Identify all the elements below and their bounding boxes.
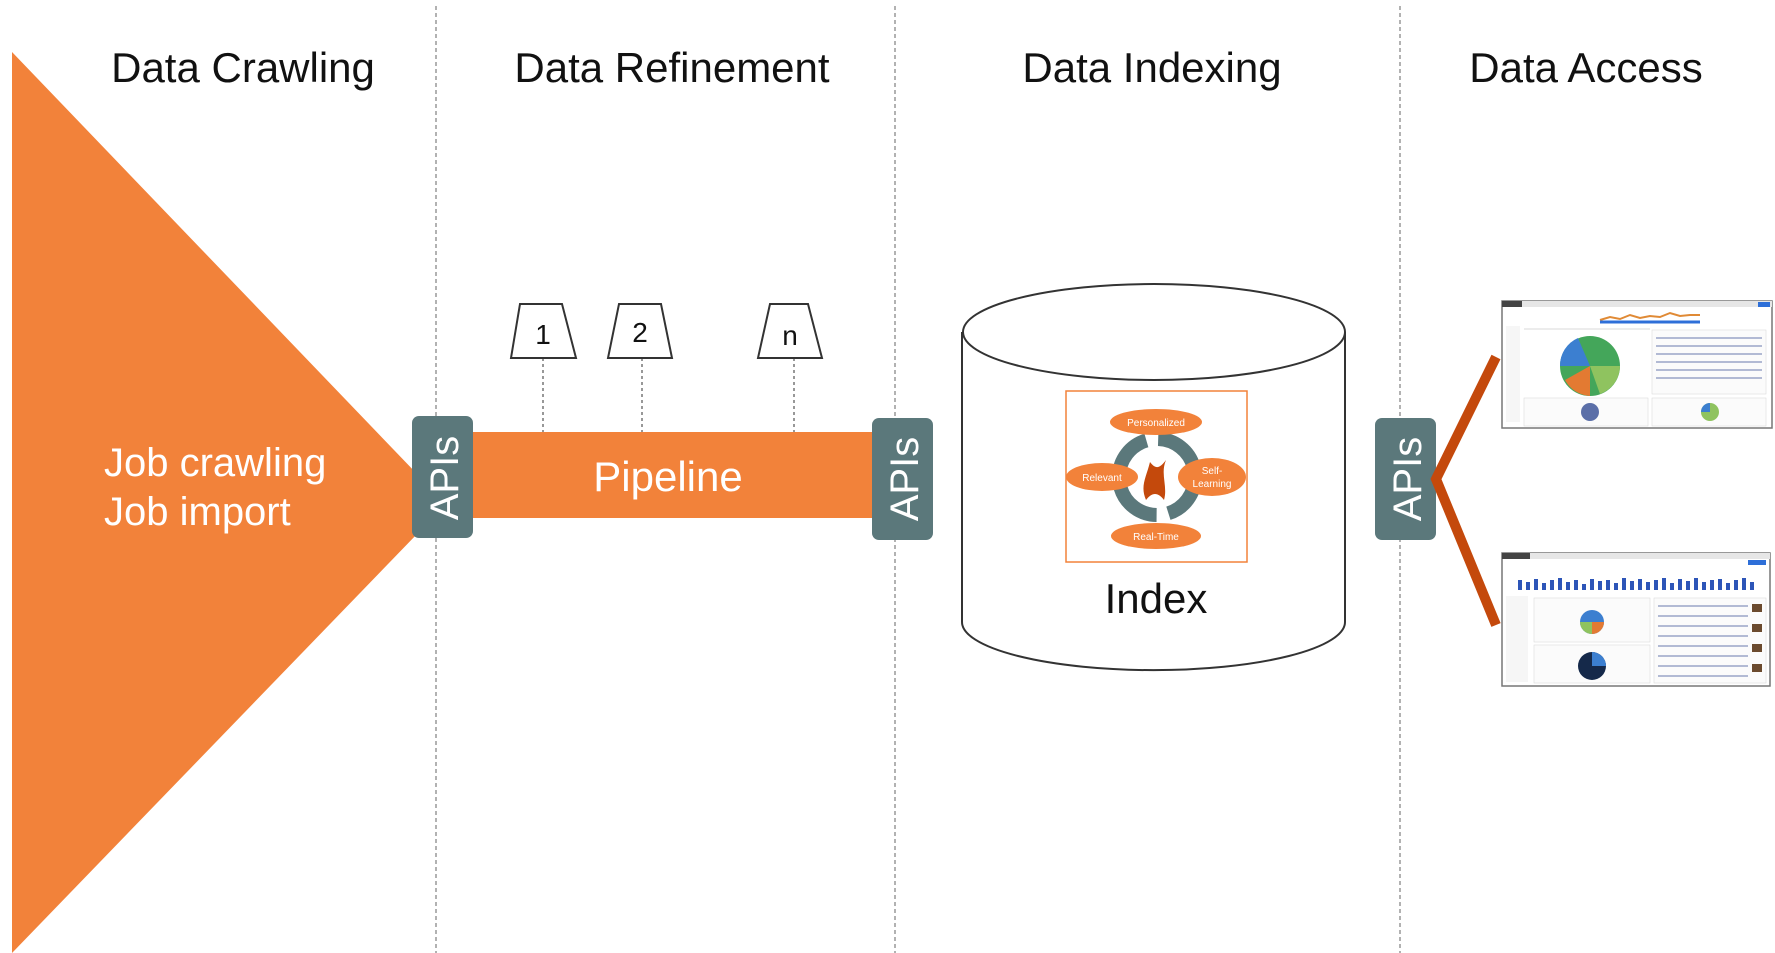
crawling-line-2: Job import	[104, 490, 291, 534]
index-label: Index	[1105, 575, 1208, 622]
dashboard-thumbnail-2	[1501, 552, 1771, 687]
filter-label-1: 1	[535, 319, 551, 350]
stage-title-crawling: Data Crawling	[111, 44, 375, 91]
crawling-line-1: Job crawling	[104, 441, 326, 485]
api-label-3: APIs	[1386, 437, 1430, 521]
pipeline-filter-1: 1	[509, 303, 578, 432]
index-cycle-graphic: Personalized Relevant Self- Learning Rea…	[1065, 390, 1248, 563]
filter-label-2: 2	[632, 317, 648, 348]
cycle-bottom-label: Real-Time	[1133, 532, 1179, 543]
pipeline-label: Pipeline	[593, 453, 742, 500]
cycle-right-label-2: Learning	[1193, 479, 1232, 490]
cycle-top-label: Personalized	[1127, 418, 1185, 429]
dashboard-thumbnail-1	[1501, 300, 1773, 429]
data-flow-diagram: Data Crawling Data Refinement Data Index…	[12, 6, 1773, 953]
api-label-2: APIs	[883, 437, 927, 521]
cycle-right-label-1: Self-	[1202, 466, 1223, 477]
access-fork	[1430, 354, 1501, 627]
filter-label-n: n	[782, 320, 798, 351]
api-box-2: APIs	[872, 418, 933, 540]
stage-title-indexing: Data Indexing	[1022, 44, 1281, 91]
api-box-1: APIs	[412, 416, 473, 538]
api-box-3: APIs	[1375, 418, 1436, 540]
pipeline-filter-2: 2	[606, 303, 674, 432]
api-label-1: APIs	[423, 436, 467, 520]
pipeline-filter-n: n	[756, 303, 824, 432]
stage-title-refinement: Data Refinement	[514, 44, 829, 91]
stage-title-access: Data Access	[1469, 44, 1702, 91]
cycle-left-label: Relevant	[1082, 473, 1122, 484]
